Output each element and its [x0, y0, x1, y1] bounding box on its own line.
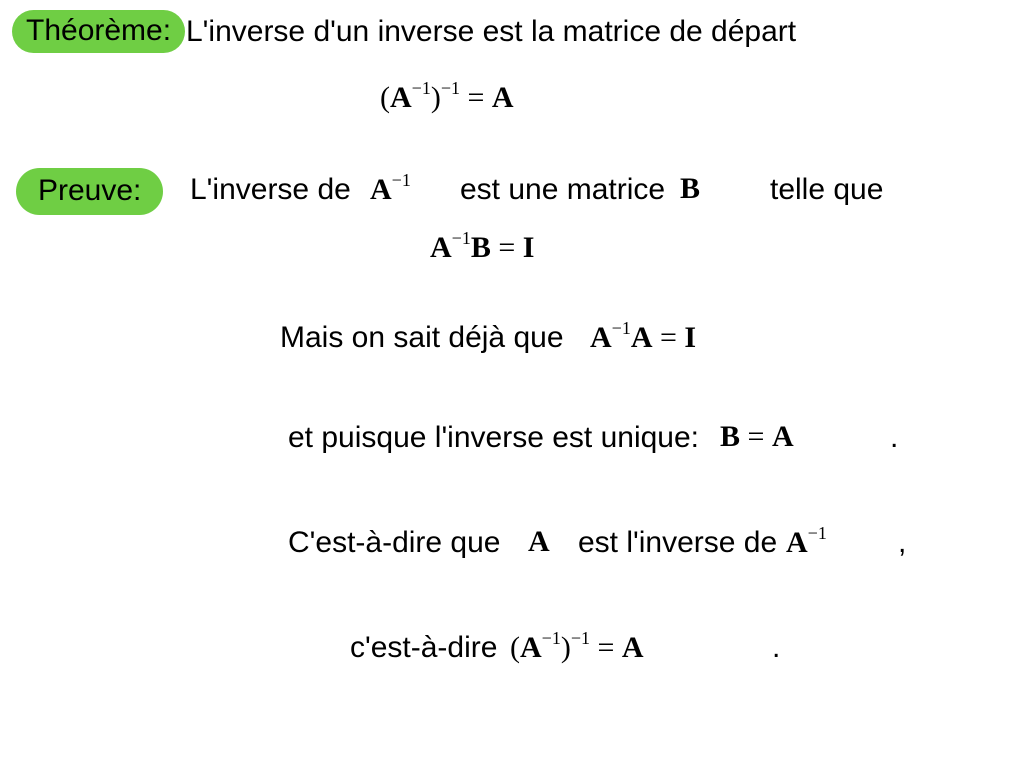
theorem-statement: L'inverse d'un inverse est la matrice de…	[186, 14, 796, 50]
matrix-A: A	[590, 321, 612, 354]
matrix-I: I	[523, 231, 535, 264]
proof-line4-b: est l'inverse de	[578, 525, 777, 561]
theorem-label: Théorème:	[26, 14, 171, 47]
equation-aa-i: A−1A = I	[590, 320, 696, 355]
proof-line5-dot: .	[772, 630, 780, 666]
equation-ab-i: A−1B = I	[430, 230, 534, 265]
exp-minus1: −1	[392, 170, 411, 190]
proof-line1-b: est une matrice	[460, 172, 665, 208]
paren-close: )	[431, 81, 441, 114]
matrix-A2: A	[631, 321, 653, 354]
paren-close: )	[561, 631, 571, 664]
matrix-A-rhs: A	[622, 631, 644, 664]
exp-minus1: −1	[808, 523, 827, 543]
math-A-inv: A−1	[370, 172, 411, 207]
equation-final: (A−1)−1 = A	[510, 630, 644, 665]
proof-line5: c'est-à-dire	[350, 630, 497, 666]
slide: Théorème: L'inverse d'un inverse est la …	[0, 0, 1024, 768]
proof-line2: Mais on sait déjà que	[280, 320, 564, 356]
proof-line1-a: L'inverse de	[190, 172, 351, 208]
equation-b-a: B = A	[720, 420, 794, 454]
theorem-pill: Théorème:	[12, 10, 185, 53]
exp-minus1: −1	[542, 628, 561, 648]
matrix-A: A	[520, 631, 542, 664]
matrix-I: I	[684, 321, 696, 354]
matrix-A: A	[430, 231, 452, 264]
proof-line4-comma: ,	[898, 525, 906, 561]
exp-minus1-outer: −1	[571, 628, 590, 648]
math-B: B	[680, 172, 700, 206]
exp-minus1-outer: −1	[441, 78, 460, 98]
proof-line3: et puisque l'inverse est unique:	[288, 420, 699, 456]
equals: =	[597, 631, 614, 664]
matrix-B: B	[471, 231, 491, 264]
matrix-B: B	[720, 420, 740, 453]
proof-line3-dot: .	[890, 420, 898, 456]
matrix-A-rhs: A	[492, 81, 514, 114]
theorem-row: Théorème:	[12, 10, 185, 53]
matrix-A: A	[772, 420, 794, 453]
matrix-A: A	[528, 525, 550, 558]
equals: =	[660, 321, 677, 354]
matrix-A: A	[370, 173, 392, 206]
equals: =	[748, 420, 765, 453]
proof-row: Preuve:	[16, 168, 163, 215]
equals: =	[467, 81, 484, 114]
paren-open: (	[380, 81, 390, 114]
matrix-B: B	[680, 172, 700, 205]
proof-line4-a: C'est-à-dire que	[288, 525, 501, 561]
exp-minus1: −1	[412, 78, 431, 98]
math-A-solo: A	[528, 525, 550, 559]
proof-label: Preuve:	[38, 174, 141, 207]
paren-open: (	[510, 631, 520, 664]
matrix-A: A	[390, 81, 412, 114]
math-A-inv2: A−1	[786, 525, 827, 560]
matrix-A: A	[786, 526, 808, 559]
exp-minus1: −1	[612, 318, 631, 338]
equation-main: (A−1)−1 = A	[380, 80, 514, 115]
proof-pill: Preuve:	[16, 168, 163, 215]
exp-minus1: −1	[452, 228, 471, 248]
equals: =	[498, 231, 515, 264]
proof-line1-c: telle que	[770, 172, 883, 208]
